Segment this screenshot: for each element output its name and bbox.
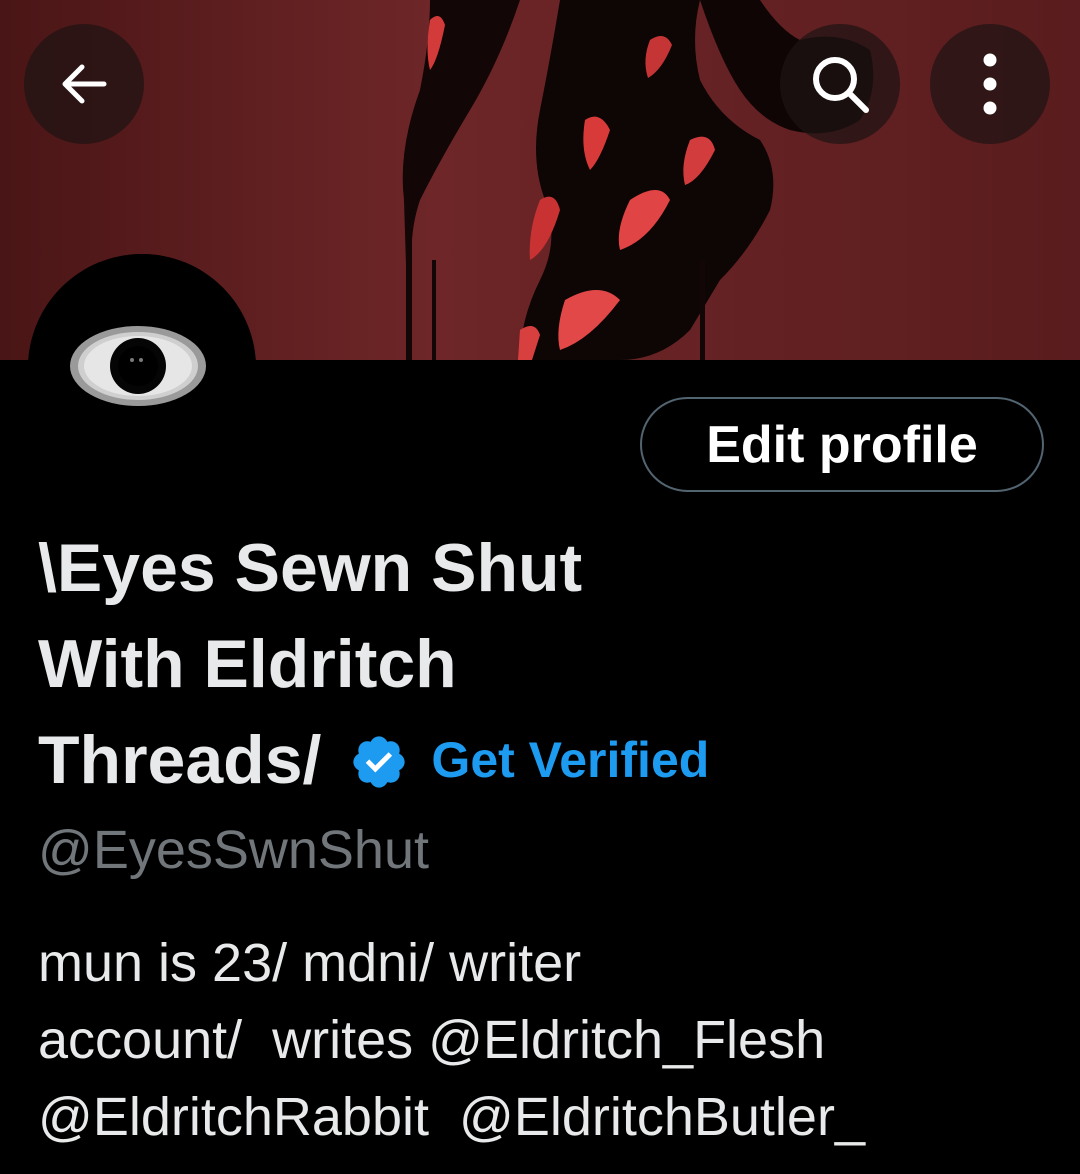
display-name-line-3: Threads/ (38, 722, 322, 798)
bio-line-3: @EldritchRabbit @EldritchButler_ (38, 1079, 1048, 1156)
profile-bio: mun is 23/ mdni/ writer account/ writes … (38, 925, 1048, 1156)
bio-line-1: mun is 23/ mdni/ writer (38, 933, 582, 993)
search-icon (813, 57, 869, 113)
eye-avatar-image (28, 254, 256, 482)
avatar[interactable] (28, 254, 256, 482)
username-handle: @EyesSwnShut (38, 820, 429, 880)
search-button[interactable] (780, 24, 900, 144)
display-name-line-1: \Eyes Sewn Shut (38, 530, 583, 606)
mention-link-eldritch-butler[interactable]: @EldritchButler_ (459, 1087, 865, 1147)
mention-link-eldritch-rabbit[interactable]: @EldritchRabbit (38, 1087, 429, 1147)
arrow-left-icon (62, 64, 107, 104)
verified-badge-icon[interactable] (349, 732, 409, 792)
display-name-line-3-row: Threads/ Get Verified (38, 712, 798, 808)
back-button[interactable] (24, 24, 144, 144)
more-options-button[interactable] (930, 24, 1050, 144)
profile-page: Edit profile \Eyes Sewn Shut With Eldrit… (0, 0, 1080, 1174)
display-name: \Eyes Sewn Shut With Eldritch Threads/ G… (38, 520, 798, 808)
bio-line-2: account/ writes @Eldritch_Flesh (38, 1002, 1048, 1079)
more-vertical-icon (983, 53, 997, 115)
mention-link-eldritch-flesh[interactable]: @Eldritch_Flesh (428, 1010, 825, 1070)
edit-profile-button[interactable]: Edit profile (640, 397, 1044, 492)
bio-text: account/ writes (38, 1010, 429, 1070)
bio-separator (429, 1087, 459, 1147)
get-verified-link[interactable]: Get Verified (431, 712, 709, 808)
display-name-line-2: With Eldritch (38, 626, 457, 702)
